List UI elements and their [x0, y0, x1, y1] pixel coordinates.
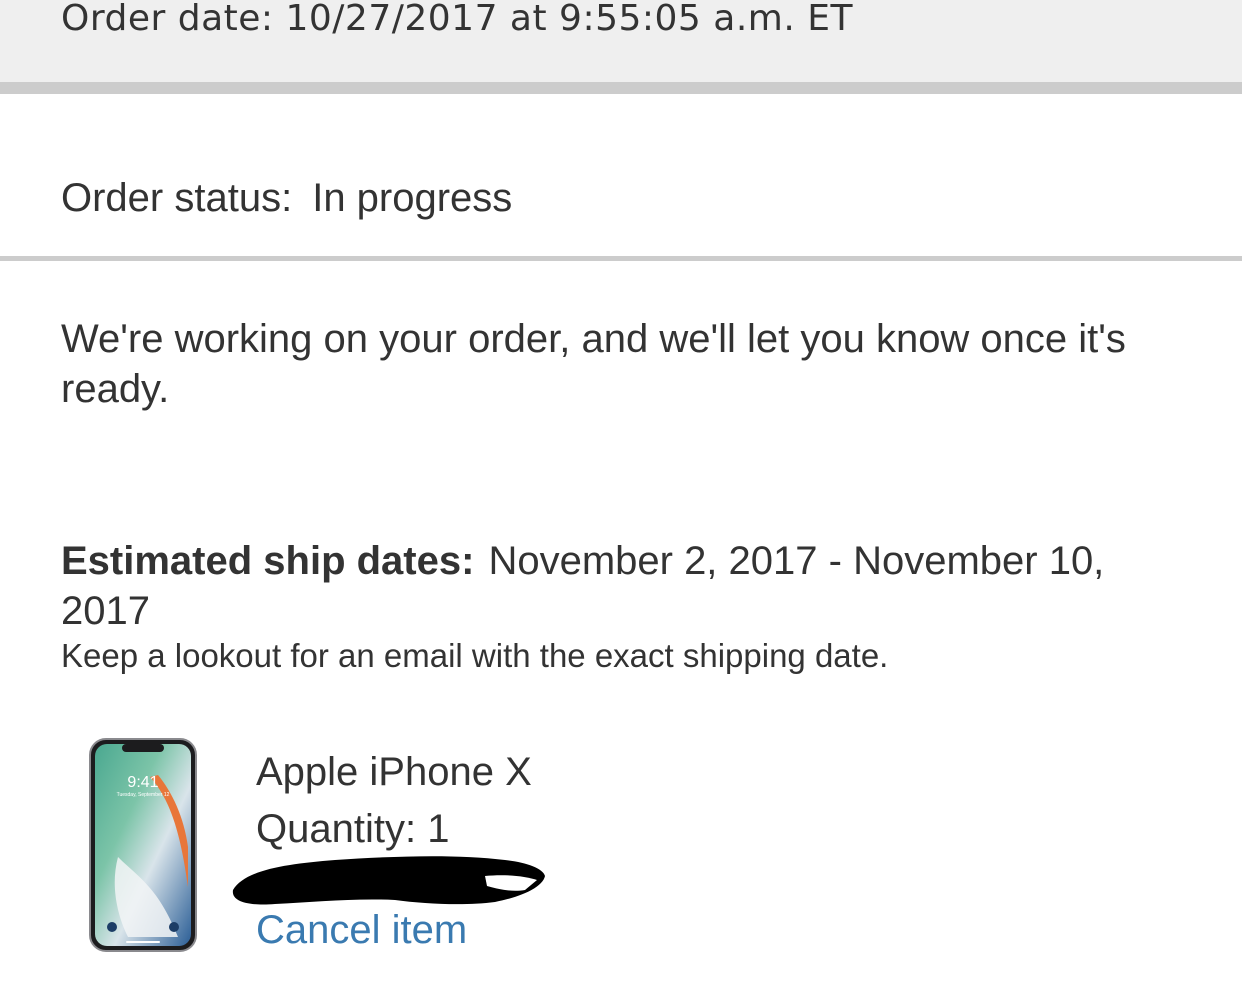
thumb-date: Tuesday, September 12: [117, 792, 170, 798]
order-status: Order status: In progress: [61, 176, 512, 221]
camera-icon: [169, 922, 179, 932]
cancel-item-link[interactable]: Cancel item: [256, 908, 467, 953]
order-status-label: Order status:: [61, 176, 293, 220]
iphone-x-product-image: 9:41 Tuesday, September 12: [89, 738, 197, 952]
product-name: Apple iPhone X: [256, 750, 532, 794]
ship-dates-label: Estimated ship dates:: [61, 539, 475, 583]
redaction-scribble: [232, 856, 546, 905]
status-divider: [0, 256, 1242, 261]
order-status-value: In progress: [312, 176, 513, 220]
thumb-time: 9:41: [127, 774, 158, 791]
flashlight-icon: [107, 922, 117, 932]
estimated-ship-dates: Estimated ship dates: November 2, 2017 - …: [61, 536, 1191, 636]
order-progress-message: We're working on your order, and we'll l…: [61, 317, 1126, 411]
ship-date-note: Keep a lookout for an email with the exa…: [61, 637, 889, 674]
order-date: Order date: 10/27/2017 at 9:55:05 a.m. E…: [61, 0, 853, 39]
header-divider: [0, 82, 1242, 94]
